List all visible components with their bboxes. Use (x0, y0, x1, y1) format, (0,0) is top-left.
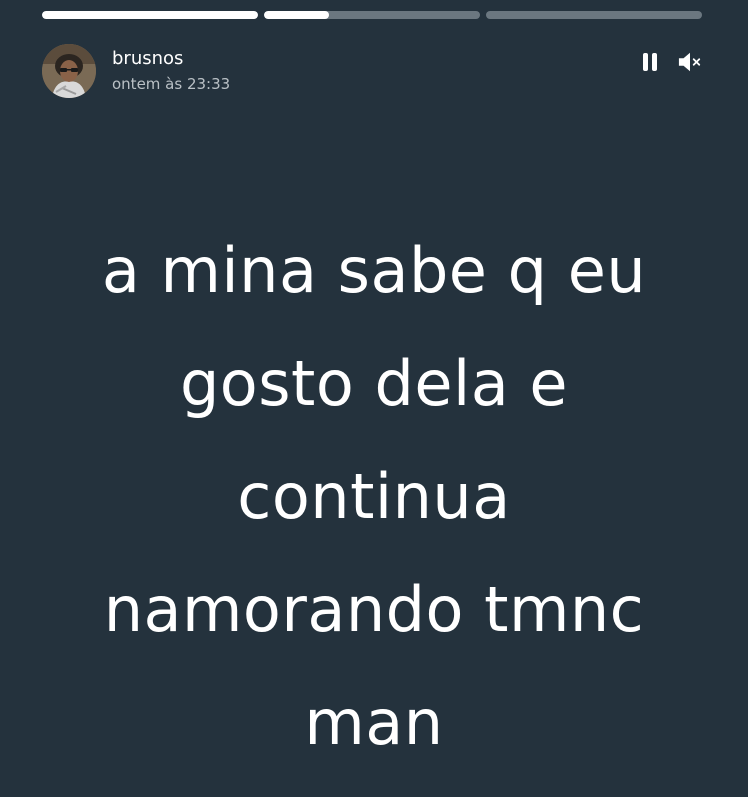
post-timestamp: ontem às 23:33 (112, 75, 231, 93)
user-avatar-photo-icon (42, 44, 96, 98)
progress-fill (264, 11, 329, 19)
story-viewer: brusnos ontem às 23:33 a mina sabe q eu … (0, 0, 748, 797)
user-info: brusnos ontem às 23:33 (112, 48, 230, 94)
volume-muted-icon (678, 52, 701, 72)
story-text-line: namorando tmnc (103, 573, 645, 646)
username[interactable]: brusnos (112, 48, 230, 70)
avatar[interactable] (42, 44, 96, 98)
progress-segment (264, 11, 480, 19)
story-header: brusnos ontem às 23:33 (42, 44, 702, 98)
story-text: a mina sabe q eu gosto dela e continua n… (30, 214, 718, 779)
mute-button[interactable] (678, 50, 702, 74)
progress-fill (42, 11, 258, 19)
story-controls (638, 50, 702, 74)
pause-icon (643, 53, 657, 71)
story-text-line: gosto dela e (179, 347, 569, 420)
story-text-line: continua (237, 460, 511, 533)
pause-button[interactable] (638, 50, 662, 74)
story-text-line: a mina sabe q eu (101, 234, 647, 307)
progress-segment (486, 11, 702, 19)
progress-segment (42, 11, 258, 19)
story-progress-bar (42, 11, 702, 19)
story-text-line: man (304, 686, 444, 759)
